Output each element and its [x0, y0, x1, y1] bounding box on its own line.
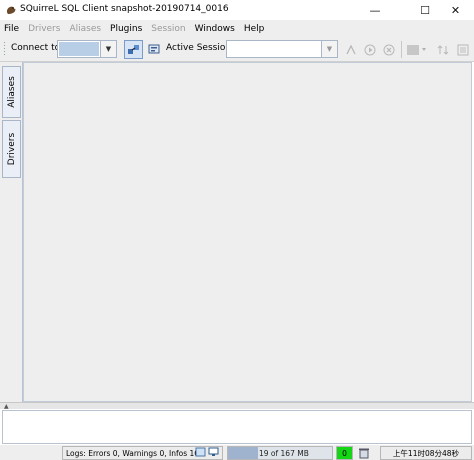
memory-status[interactable]: 19 of 167 MB — [227, 446, 333, 460]
count-badge: 0 — [336, 446, 353, 460]
connect-icon — [128, 45, 139, 54]
splitter-bar[interactable]: ▲ — [0, 402, 474, 410]
menu-file[interactable]: File — [4, 24, 19, 34]
collapse-up-icon[interactable]: ▲ — [4, 403, 9, 410]
tab-drivers[interactable]: Drivers — [2, 120, 21, 178]
menu-windows[interactable]: Windows — [195, 24, 235, 34]
layout-icon — [407, 44, 426, 55]
close-button[interactable]: ✕ — [437, 0, 474, 20]
squirrel-icon — [6, 6, 16, 14]
message-panel[interactable] — [2, 410, 472, 444]
toolbar-grip[interactable] — [3, 41, 7, 57]
trash-icon[interactable] — [357, 447, 371, 459]
main-desktop-pane[interactable] — [23, 62, 472, 402]
stop-button[interactable] — [379, 40, 398, 59]
connect-button[interactable] — [124, 40, 143, 59]
menu-plugins[interactable]: Plugins — [110, 24, 142, 34]
tab-aliases-label: Aliases — [6, 76, 17, 108]
count-text: 0 — [342, 448, 347, 458]
menu-aliases[interactable]: Aliases — [69, 24, 101, 34]
sql-button[interactable] — [341, 40, 360, 59]
clock-status: 上午11时08分48秒 — [380, 446, 472, 460]
status-bar: Logs: Errors 0, Warnings 0, Infos 10 19 … — [0, 445, 474, 460]
logs-text: Logs: Errors 0, Warnings 0, Infos 10 — [66, 448, 200, 458]
run-button[interactable] — [360, 40, 379, 59]
menu-drivers[interactable]: Drivers — [28, 24, 60, 34]
reorder-button[interactable] — [433, 40, 452, 59]
memory-usage-bar — [228, 447, 258, 459]
stop-icon — [383, 44, 394, 55]
menu-session[interactable]: Session — [151, 24, 185, 34]
toolbar-separator — [401, 41, 402, 58]
reorder-icon — [437, 44, 448, 55]
sql-icon — [345, 44, 356, 54]
toolbar: Connect to: ▼ Active Session: ▼ — [0, 37, 474, 62]
clock-text: 上午11时08分48秒 — [392, 448, 460, 458]
side-tab-strip: Aliases Drivers — [0, 62, 23, 402]
tab-aliases[interactable]: Aliases — [2, 66, 21, 118]
tile-button[interactable] — [453, 40, 472, 59]
connect-label: Connect to: — [11, 43, 64, 53]
connect-combo-value — [59, 42, 99, 56]
memory-text: 19 of 167 MB — [259, 448, 309, 458]
active-session-label: Active Session: — [166, 43, 235, 53]
chevron-down-icon[interactable]: ▼ — [100, 41, 116, 57]
connect-combo[interactable]: ▼ — [57, 40, 117, 58]
new-session-button[interactable] — [145, 40, 164, 59]
monitor-icon[interactable] — [208, 447, 219, 457]
notes-icon[interactable] — [195, 447, 206, 457]
title-bar: SQuirreL SQL Client snapshot-20190714_00… — [0, 0, 474, 20]
chevron-down-icon[interactable]: ▼ — [321, 41, 337, 57]
tab-drivers-label: Drivers — [6, 132, 17, 166]
menu-bar: File Drivers Aliases Plugins Session Win… — [0, 20, 474, 37]
minimize-button[interactable]: — — [355, 0, 395, 20]
window-title: SQuirreL SQL Client snapshot-20190714_00… — [20, 4, 229, 14]
run-icon — [364, 44, 375, 55]
layout-dropdown[interactable] — [404, 40, 430, 59]
tile-icon — [457, 44, 468, 55]
active-session-combo[interactable]: ▼ — [226, 40, 338, 58]
new-session-icon — [148, 44, 160, 54]
menu-help[interactable]: Help — [244, 24, 265, 34]
